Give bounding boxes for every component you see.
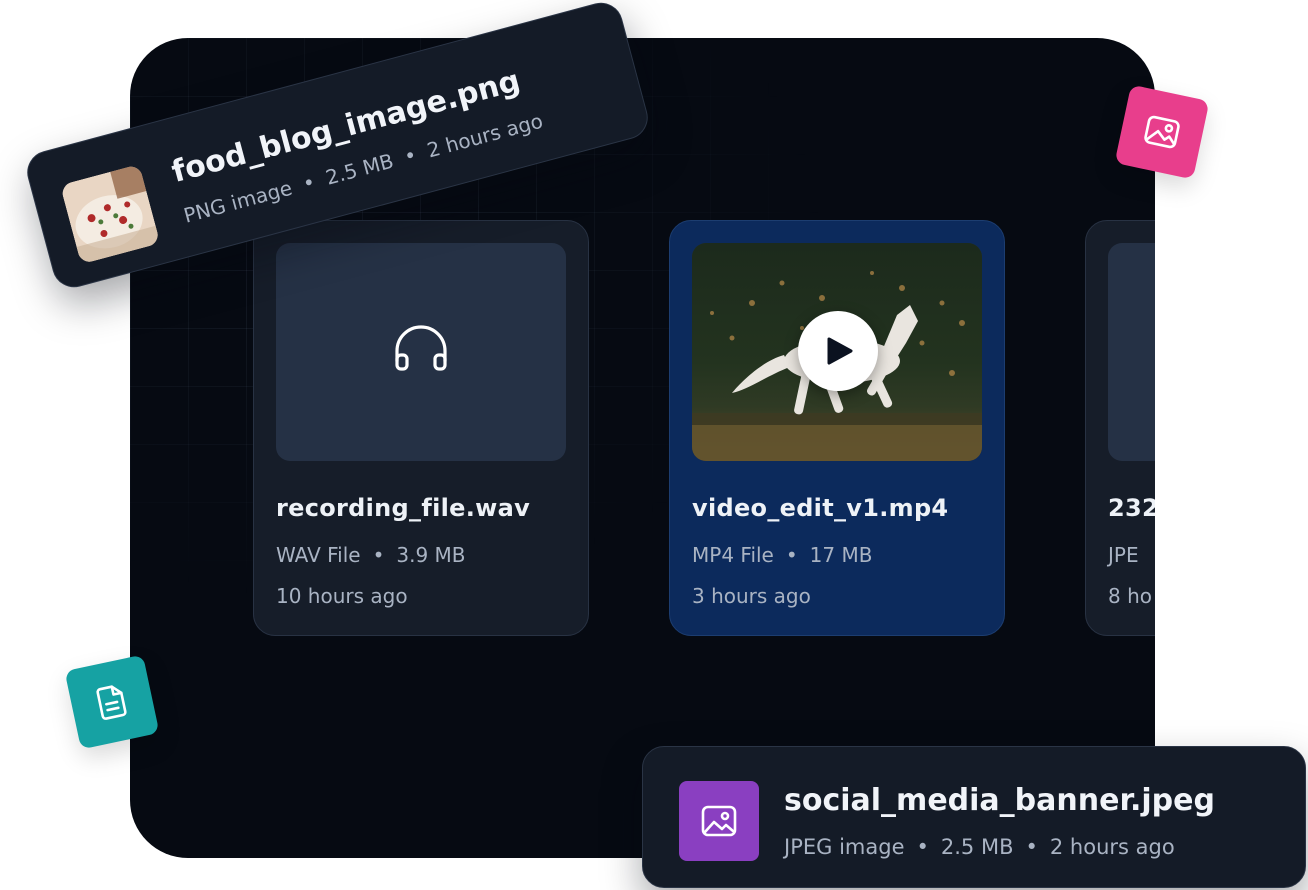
image-badge <box>679 781 759 861</box>
file-time: 3 hours ago <box>692 584 811 608</box>
image-thumbnail <box>1108 243 1155 461</box>
image-icon <box>701 805 737 837</box>
separator-dot: • <box>300 169 318 196</box>
separator-dot: • <box>785 543 798 567</box>
play-button[interactable] <box>798 311 878 391</box>
separator-dot: • <box>1025 835 1038 859</box>
file-meta: WAV File • 3.9 MB <box>276 543 466 567</box>
file-size: 3.9 MB <box>396 543 466 567</box>
separator-dot: • <box>401 142 420 169</box>
separator-dot: • <box>372 543 385 567</box>
file-type: WAV File <box>276 543 361 567</box>
file-meta: MP4 File • 17 MB <box>692 543 872 567</box>
video-thumbnail <box>692 243 982 461</box>
file-card-jpeg[interactable]: 232 JPE 8 ho <box>1085 220 1155 636</box>
file-time: 8 ho <box>1108 584 1152 608</box>
file-card-video[interactable]: video_edit_v1.mp4 MP4 File • 17 MB 3 hours… <box>669 220 1005 636</box>
play-icon <box>827 337 853 365</box>
file-card-recording[interactable]: recording_file.wav WAV File • 3.9 MB 10 ho… <box>253 220 589 636</box>
file-type: JPE <box>1108 543 1139 567</box>
file-time: 2 hours ago <box>1049 835 1175 859</box>
file-name: recording_file.wav <box>276 494 531 522</box>
separator-dot: • <box>916 835 929 859</box>
document-icon <box>96 685 127 720</box>
upload-chip-social-banner[interactable]: social_media_banner.jpeg JPEG image • 2.5 … <box>642 746 1306 888</box>
audio-thumbnail <box>276 243 566 461</box>
image-icon <box>1144 115 1180 149</box>
headphones-icon <box>395 325 447 371</box>
file-name: video_edit_v1.mp4 <box>692 494 949 522</box>
file-size: 2.5 MB <box>323 148 397 190</box>
file-name: social_media_banner.jpeg <box>784 783 1215 818</box>
image-tile <box>1114 84 1210 180</box>
file-name: 232 <box>1108 494 1155 522</box>
file-size: 17 MB <box>809 543 873 567</box>
document-tile <box>64 654 160 750</box>
food-image-thumbnail <box>59 163 161 265</box>
file-size: 2.5 MB <box>940 835 1014 859</box>
file-meta: JPEG image • 2.5 MB • 2 hours ago <box>784 835 1175 859</box>
file-meta: JPE <box>1108 543 1139 567</box>
file-type: MP4 File <box>692 543 774 567</box>
file-time: 10 hours ago <box>276 584 408 608</box>
file-type: JPEG image <box>784 835 905 859</box>
